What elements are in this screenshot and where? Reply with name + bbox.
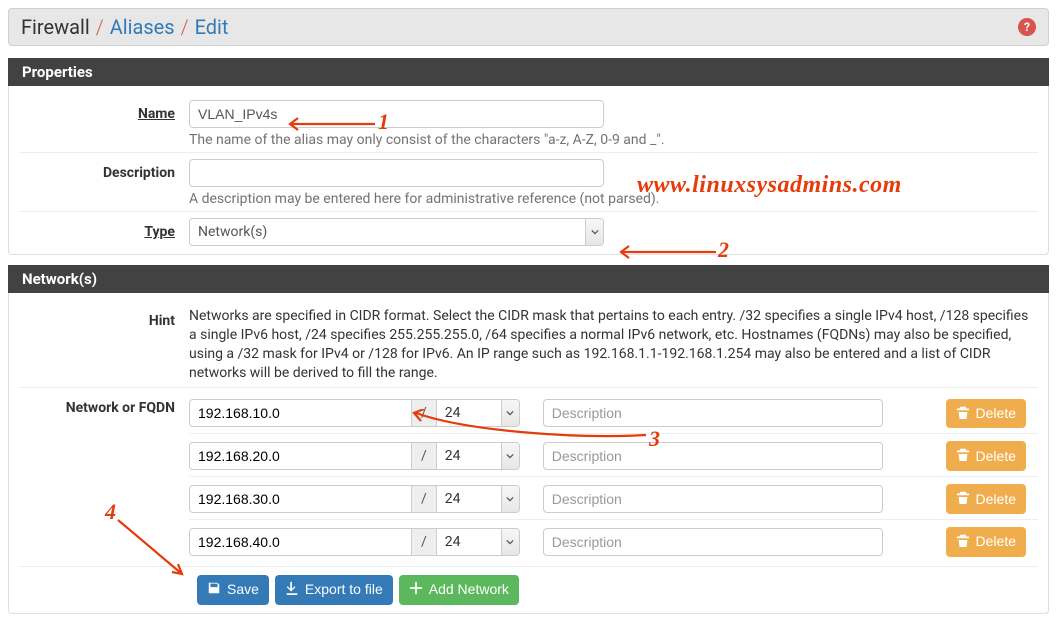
breadcrumb-root: Firewall <box>21 15 90 39</box>
network-description-input[interactable] <box>543 528 883 556</box>
chevron-down-icon <box>501 529 519 555</box>
breadcrumb-sep: / <box>96 15 104 39</box>
chevron-down-icon <box>585 219 603 245</box>
download-icon <box>285 581 299 599</box>
type-select[interactable]: Network(s) <box>189 218 604 246</box>
networks-panel-header: Network(s) <box>8 265 1049 293</box>
network-rows: / 24 Delete <box>189 394 1038 562</box>
trash-icon <box>956 405 970 423</box>
cidr-slash: / <box>412 399 436 427</box>
cidr-select[interactable]: 24 <box>436 528 520 556</box>
chevron-down-icon <box>501 443 519 469</box>
network-label: Network or FQDN <box>19 394 189 416</box>
breadcrumb-current: Edit <box>195 15 229 39</box>
network-address-input[interactable] <box>189 528 412 556</box>
network-row: / 24 Delete <box>189 436 1038 477</box>
cidr-select[interactable]: 24 <box>436 485 520 513</box>
network-row: / 24 Delete <box>189 479 1038 520</box>
network-row: / 24 Delete <box>189 394 1038 435</box>
plus-icon <box>409 581 423 599</box>
name-help: The name of the alias may only consist o… <box>189 132 1038 148</box>
watermark-text: www.linuxsysadmins.com <box>637 172 902 199</box>
trash-icon <box>956 490 970 508</box>
cidr-slash: / <box>412 442 436 470</box>
cidr-slash: / <box>412 485 436 513</box>
properties-panel-header: Properties <box>8 58 1049 86</box>
network-address-input[interactable] <box>189 399 412 427</box>
delete-button[interactable]: Delete <box>946 399 1026 429</box>
network-address-input[interactable] <box>189 442 412 470</box>
trash-icon <box>956 533 970 551</box>
properties-panel: Name The name of the alias may only cons… <box>8 86 1049 255</box>
delete-button[interactable]: Delete <box>946 441 1026 471</box>
delete-button[interactable]: Delete <box>946 527 1026 557</box>
cidr-select[interactable]: 24 <box>436 399 520 427</box>
description-input[interactable] <box>189 159 604 187</box>
breadcrumb-aliases-link[interactable]: Aliases <box>110 15 175 39</box>
breadcrumb-sep: / <box>181 15 189 39</box>
network-description-input[interactable] <box>543 399 883 427</box>
network-description-input[interactable] <box>543 442 883 470</box>
add-network-button[interactable]: Add Network <box>399 575 519 605</box>
chevron-down-icon <box>501 400 519 426</box>
export-button[interactable]: Export to file <box>275 575 393 605</box>
network-address-input[interactable] <box>189 485 412 513</box>
save-icon <box>207 581 221 599</box>
breadcrumb-bar: Firewall / Aliases / Edit ? <box>8 8 1049 46</box>
cidr-slash: / <box>412 528 436 556</box>
name-input[interactable] <box>189 100 604 128</box>
chevron-down-icon <box>501 486 519 512</box>
breadcrumb: Firewall / Aliases / Edit <box>21 15 228 39</box>
network-row: / 24 Delete <box>189 522 1038 562</box>
save-button[interactable]: Save <box>197 575 269 605</box>
hint-text: Networks are specified in CIDR format. S… <box>189 307 1038 383</box>
network-description-input[interactable] <box>543 485 883 513</box>
type-label: Type <box>19 218 189 240</box>
trash-icon <box>956 447 970 465</box>
action-bar: Save Export to file Add Network <box>197 567 1038 609</box>
help-icon[interactable]: ? <box>1018 18 1036 36</box>
delete-button[interactable]: Delete <box>946 484 1026 514</box>
description-help: A description may be entered here for ad… <box>189 191 1038 207</box>
cidr-select[interactable]: 24 <box>436 442 520 470</box>
name-label: Name <box>19 100 189 122</box>
description-label: Description <box>19 159 189 181</box>
networks-panel: Hint Networks are specified in CIDR form… <box>8 293 1049 614</box>
hint-label: Hint <box>19 307 189 329</box>
